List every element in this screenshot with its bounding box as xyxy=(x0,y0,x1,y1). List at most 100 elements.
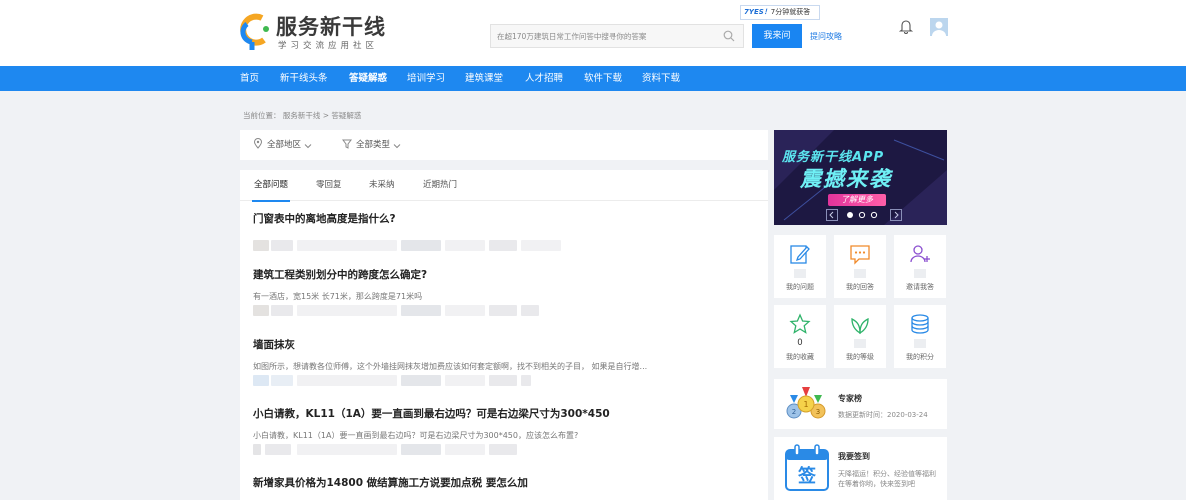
svg-text:3: 3 xyxy=(816,408,820,416)
carousel-dot xyxy=(847,212,853,218)
count-placeholder xyxy=(794,269,806,278)
my-level-card[interactable]: 我的等级 xyxy=(834,305,886,368)
filter-bar: 全部地区 全部类型 xyxy=(240,130,768,160)
nav-item-headlines[interactable]: 新干线头条 xyxy=(280,66,328,91)
site-logo[interactable]: 服务新干线 学习交流应用社区 xyxy=(240,10,390,54)
nav-item-classroom[interactable]: 建筑课堂 xyxy=(465,66,503,91)
logo-icon xyxy=(240,13,269,50)
calendar-icon: 签 xyxy=(785,444,829,491)
tab-recent-hot[interactable]: 近期热门 xyxy=(423,170,457,201)
promo-badge-brand: 7YES！ xyxy=(744,8,771,16)
signin-desc: 天降福运！积分、经验值等福利在等着你哟，快来签到吧 xyxy=(838,470,936,488)
tab-all-questions[interactable]: 全部问题 xyxy=(251,170,291,202)
card-label: 我的收藏 xyxy=(786,353,814,361)
medals-icon: 1 2 3 xyxy=(786,387,826,419)
expert-ranking-card[interactable]: 1 2 3 专家榜 数据更新时间：2020-03-24 xyxy=(774,379,947,429)
banner-learn-more-button[interactable]: 了解更多 xyxy=(828,194,886,206)
edit-icon xyxy=(790,245,810,264)
expert-ranking-date: 数据更新时间：2020-03-24 xyxy=(838,411,928,419)
blurred-meta xyxy=(253,375,758,386)
blurred-meta xyxy=(253,305,758,316)
search-box xyxy=(490,24,744,48)
my-questions-card[interactable]: 我的问题 xyxy=(774,235,826,298)
nav-item-jobs[interactable]: 人才招聘 xyxy=(525,66,563,91)
blurred-meta xyxy=(253,240,758,251)
question-title[interactable]: 墙面抹灰 xyxy=(253,337,758,352)
carousel-controls[interactable] xyxy=(826,209,902,221)
nav-item-training[interactable]: 培训学习 xyxy=(407,66,445,91)
leaf-icon xyxy=(851,317,869,335)
question-title[interactable]: 建筑工程类别划分中的跨度怎么确定? xyxy=(253,267,758,282)
nav-item-software[interactable]: 软件下载 xyxy=(584,66,622,91)
question-title[interactable]: 小白请教，KL11（1A）要一直画到最右边吗？可是右边梁尺寸为300*450 xyxy=(253,406,758,421)
favorites-count: 0 xyxy=(797,338,803,348)
daily-signin-card[interactable]: 签 我要签到 天降福运！积分、经验值等福利在等着你哟，快来签到吧 xyxy=(774,437,947,500)
top-header: 服务新干线 学习交流应用社区 7YES！7分钟就获答 我来问 提问攻略 xyxy=(0,0,1186,66)
search-input[interactable] xyxy=(491,25,717,47)
svg-text:2: 2 xyxy=(792,408,796,416)
signin-title[interactable]: 我要签到 xyxy=(838,451,870,462)
count-placeholder xyxy=(854,269,866,278)
type-filter[interactable]: 全部类型 xyxy=(342,130,405,160)
bell-icon[interactable] xyxy=(899,19,913,34)
count-placeholder xyxy=(854,339,866,348)
my-points-card[interactable]: 我的积分 xyxy=(894,305,946,368)
nav-item-home[interactable]: 首页 xyxy=(240,66,259,91)
question-item[interactable]: 墙面抹灰 如图所示，想请教各位师傅，这个外墙挂网抹灰增加费应该如何套定额啊，找不… xyxy=(253,337,758,386)
region-filter-label: 全部地区 xyxy=(267,140,302,150)
nav-item-resources[interactable]: 资料下载 xyxy=(642,66,680,91)
invited-to-answer-card[interactable]: 邀请我答 xyxy=(894,235,946,298)
breadcrumb: 当前位置： 服务新干线 > 答疑解惑 xyxy=(243,111,362,120)
carousel-next-icon xyxy=(890,209,902,221)
question-item[interactable]: 小白请教，KL11（1A）要一直画到最右边吗？可是右边梁尺寸为300*450 小… xyxy=(253,406,758,455)
search-icon[interactable] xyxy=(723,30,735,42)
star-icon xyxy=(789,313,811,334)
tab-not-adopted[interactable]: 未采纳 xyxy=(369,170,395,201)
banner-headline: 震撼来袭 xyxy=(800,167,892,191)
chat-icon xyxy=(850,245,870,265)
question-desc: 有一酒店，宽15米 长71米，那么跨度是71米吗 xyxy=(253,292,423,301)
ask-question-button[interactable]: 我来问 xyxy=(752,24,802,48)
question-title[interactable]: 新增家具价格为14800 做结算施工方说要加点税 要怎么加 xyxy=(253,475,758,490)
chevron-down-icon xyxy=(304,144,312,149)
question-item[interactable]: 新增家具价格为14800 做结算施工方说要加点税 要怎么加 xyxy=(253,475,758,490)
card-label: 我的问题 xyxy=(786,283,814,291)
tab-no-reply[interactable]: 零回复 xyxy=(316,170,342,201)
type-filter-label: 全部类型 xyxy=(356,140,391,150)
card-label: 我的回答 xyxy=(846,283,874,291)
coins-icon xyxy=(911,314,929,334)
main-nav: 首页 新干线头条 答疑解惑 培训学习 建筑课堂 人才招聘 软件下载 资料下载 xyxy=(0,66,1186,91)
carousel-dot xyxy=(870,211,878,219)
svg-text:1: 1 xyxy=(803,400,808,409)
promo-badge-text: 7分钟就获答 xyxy=(770,8,811,16)
user-avatar[interactable] xyxy=(930,18,948,36)
question-list: 全部问题 零回复 未采纳 近期热门 门窗表中的离地高度是指什么? 建筑工程类别划… xyxy=(240,170,768,500)
filter-icon xyxy=(342,139,352,149)
logo-subtitle: 学习交流应用社区 xyxy=(278,41,379,51)
question-item[interactable]: 门窗表中的离地高度是指什么? xyxy=(253,211,758,251)
carousel-prev-icon xyxy=(826,209,838,221)
carousel-dot xyxy=(858,211,866,219)
question-tabs: 全部问题 零回复 未采纳 近期热门 xyxy=(240,170,768,202)
region-filter[interactable]: 全部地区 xyxy=(253,130,316,160)
ask-guide-link[interactable]: 提问攻略 xyxy=(810,31,842,42)
expert-ranking-title[interactable]: 专家榜 xyxy=(838,393,862,404)
add-user-icon xyxy=(910,245,930,263)
my-answers-card[interactable]: 我的回答 xyxy=(834,235,886,298)
blurred-meta xyxy=(253,444,758,455)
logo-title: 服务新干线 xyxy=(276,15,386,39)
question-item[interactable]: 建筑工程类别划分中的跨度怎么确定? 有一酒店，宽15米 长71米，那么跨度是71… xyxy=(253,267,758,316)
question-desc: 小白请教，KL11（1A）要一直画到最右边吗？可是右边梁尺寸为300*450，应… xyxy=(253,431,579,440)
app-promo-banner[interactable]: 服务新干线APP 震撼来袭 了解更多 xyxy=(774,130,947,225)
avatar-icon xyxy=(930,18,948,36)
chevron-down-icon xyxy=(393,144,401,149)
card-label: 邀请我答 xyxy=(906,283,934,291)
my-favorites-card[interactable]: 0 我的收藏 xyxy=(774,305,826,368)
question-desc: 如图所示，想请教各位师傅，这个外墙挂网抹灰增加费应该如何套定额啊，找不到相关的子… xyxy=(253,362,648,371)
question-title[interactable]: 门窗表中的离地高度是指什么? xyxy=(253,211,758,226)
card-label: 我的积分 xyxy=(906,353,934,361)
count-placeholder xyxy=(914,269,926,278)
location-icon xyxy=(253,138,263,149)
nav-item-qa[interactable]: 答疑解惑 xyxy=(349,66,387,91)
promo-badge[interactable]: 7YES！7分钟就获答 xyxy=(740,5,820,20)
